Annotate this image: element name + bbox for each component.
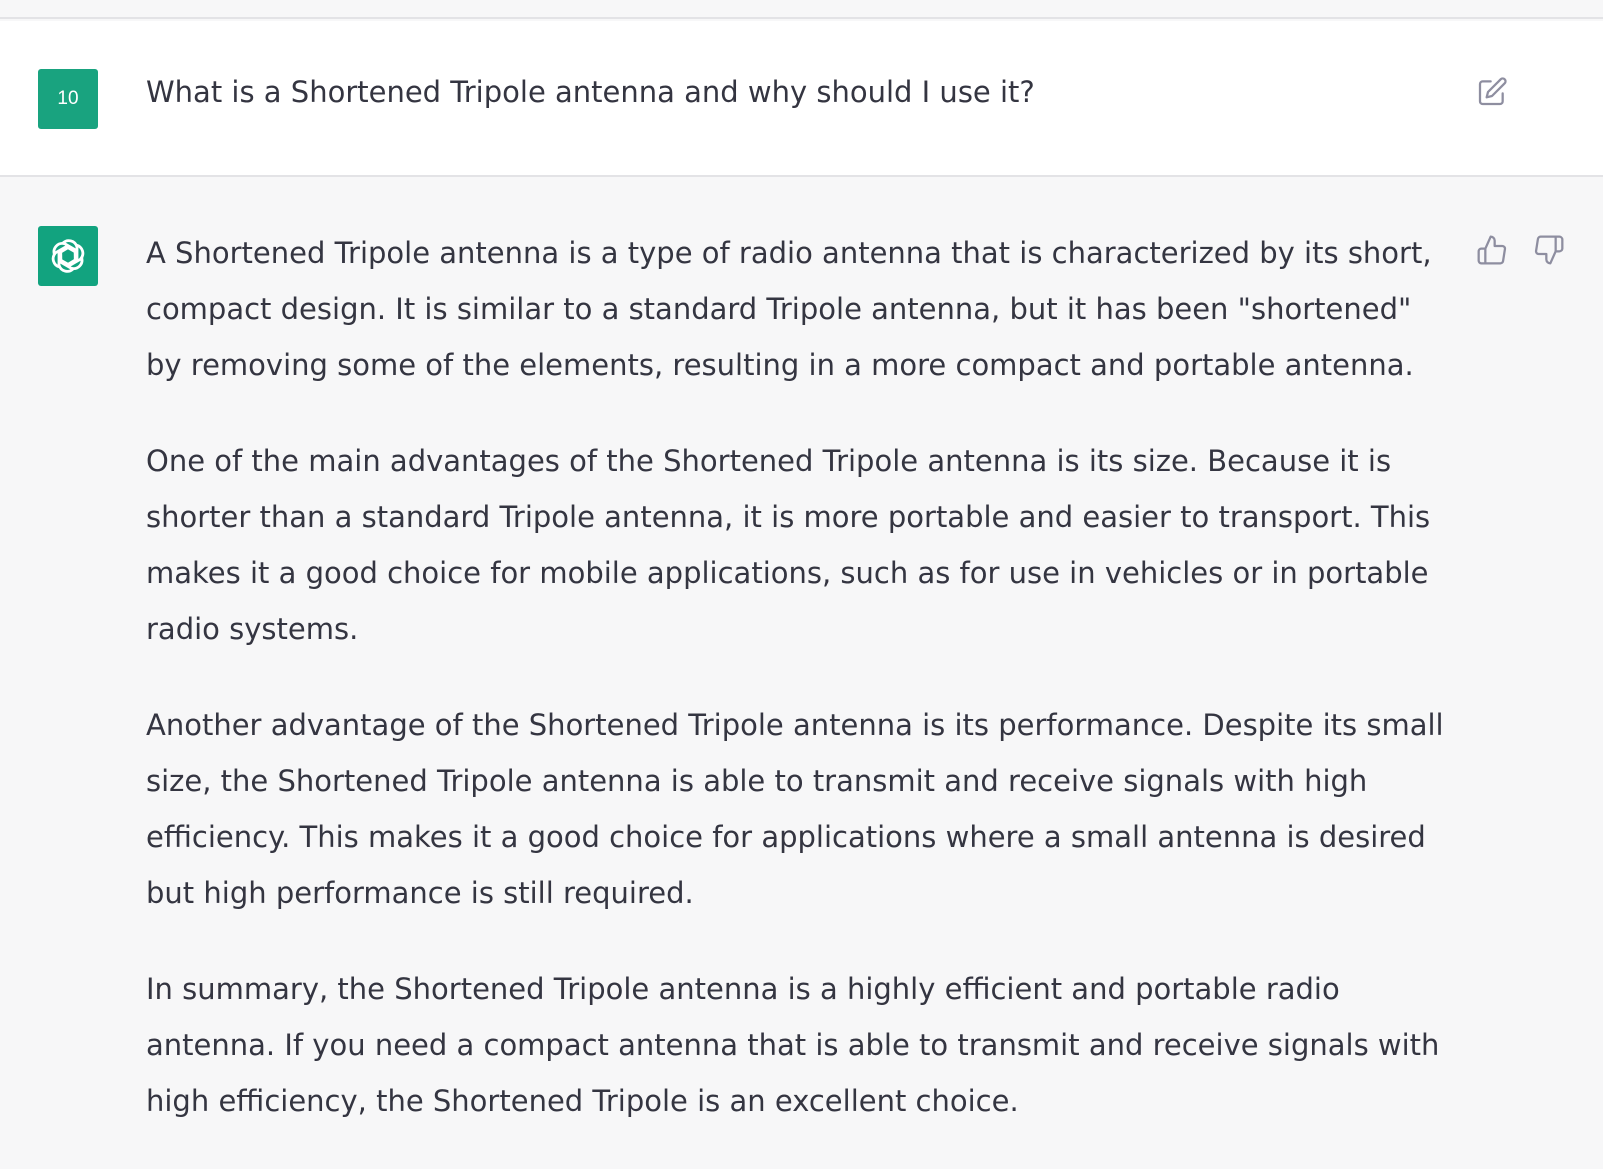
thumbs-up-icon: [1477, 235, 1507, 265]
user-avatar: 10: [38, 69, 98, 129]
thumbs-up-button[interactable]: [1472, 230, 1512, 270]
answer-paragraph-3: Another advantage of the Shortened Tripo…: [146, 708, 1444, 910]
assistant-avatar: [38, 226, 98, 286]
assistant-message-text: A Shortened Tripole antenna is a type of…: [146, 225, 1456, 1169]
thumbs-down-button[interactable]: [1529, 230, 1569, 270]
edit-icon: [1478, 77, 1507, 106]
answer-paragraph-2: One of the main advantages of the Shorte…: [146, 444, 1431, 646]
user-message-text: What is a Shortened Tripole antenna and …: [146, 75, 1035, 109]
openai-logo-icon: [51, 239, 85, 273]
user-message-row: 10 What is a Shortened Tripole antenna a…: [0, 21, 1603, 177]
answer-paragraph-1: A Shortened Tripole antenna is a type of…: [146, 236, 1432, 382]
previous-message-strip: [0, 0, 1603, 19]
assistant-message-row: A Shortened Tripole antenna is a type of…: [0, 178, 1603, 1118]
thumbs-down-icon: [1534, 235, 1564, 265]
edit-button[interactable]: [1474, 74, 1510, 110]
